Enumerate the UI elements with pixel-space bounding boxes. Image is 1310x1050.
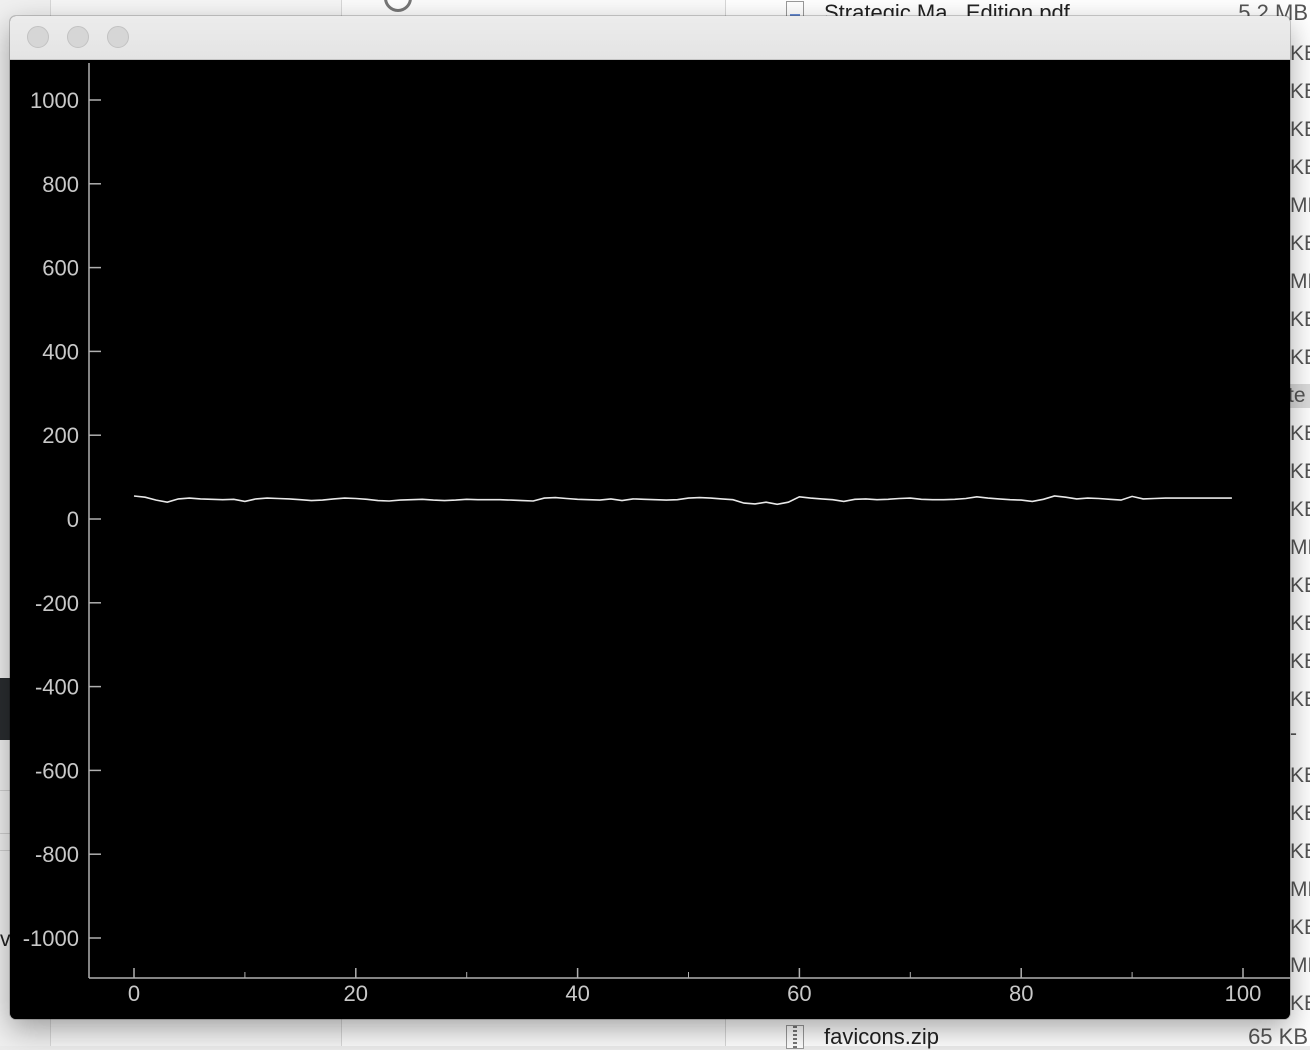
file-size-fragment: KB — [1290, 802, 1310, 825]
file-size-fragment: KB — [1290, 232, 1310, 255]
window-titlebar[interactable] — [10, 16, 1290, 60]
file-size-fragment: KB — [1290, 346, 1310, 369]
zoom-button[interactable] — [107, 26, 129, 48]
y-tick-label: -1000 — [23, 926, 79, 951]
minimize-button[interactable] — [67, 26, 89, 48]
file-size-fragment: MB — [1290, 954, 1310, 977]
y-tick-label: 0 — [67, 507, 79, 532]
file-size-fragment: KB — [1290, 422, 1310, 445]
file-size-fragment: MB — [1290, 270, 1310, 293]
plot-window[interactable]: 1000 800 600 400 200 0 -200 -400 -600 -800 -1000 0 2… — [10, 16, 1290, 1019]
y-tick-label: -400 — [35, 675, 79, 700]
file-size-fragment: MB — [1290, 194, 1310, 217]
file-size-fragment: KB — [1290, 840, 1310, 863]
file-size-fragment: KB — [1290, 42, 1310, 65]
close-button[interactable] — [27, 26, 49, 48]
file-size-fragment: MB — [1290, 878, 1310, 901]
file-size-fragment: MB — [1290, 536, 1310, 559]
y-tick-label: 800 — [42, 172, 79, 197]
file-size-fragment: KB — [1290, 650, 1310, 673]
file-size-fragment: te — [1288, 384, 1310, 408]
sidebar-text-fragment: v — [0, 928, 11, 951]
file-size-fragment: KB — [1290, 916, 1310, 939]
file-size-fragment: KB — [1290, 992, 1310, 1015]
x-tick-label: 20 — [344, 981, 368, 1006]
file-size-fragment: KB — [1290, 612, 1310, 635]
line-chart[interactable]: 1000 800 600 400 200 0 -200 -400 -600 -800 -1000 0 2… — [10, 60, 1290, 1019]
x-tick-label: 100 — [1225, 981, 1262, 1006]
y-tick-label: 200 — [42, 423, 79, 448]
x-tick-label: 0 — [128, 981, 140, 1006]
x-tick-label: 80 — [1009, 981, 1033, 1006]
file-name: favicons.zip — [824, 1024, 939, 1049]
plot-area[interactable]: 1000 800 600 400 200 0 -200 -400 -600 -800 -1000 0 2… — [10, 60, 1290, 1019]
y-tick-label: 600 — [42, 256, 79, 281]
y-tick-label: -200 — [35, 591, 79, 616]
y-tick-label: -800 — [35, 842, 79, 867]
y-tick-label: -600 — [35, 758, 79, 783]
x-tick-label: 60 — [787, 981, 811, 1006]
file-size-fragment: KB — [1290, 688, 1310, 711]
y-tick-label: 400 — [42, 339, 79, 364]
file-size-fragment: KB — [1290, 80, 1310, 103]
zip-file-icon — [786, 1025, 804, 1049]
file-size-fragment: KB — [1290, 156, 1310, 179]
file-size-fragment: KB — [1290, 308, 1310, 331]
file-size-fragment: KB — [1290, 460, 1310, 483]
file-size-fragment: - — [1290, 722, 1297, 745]
file-size-fragment: KB — [1290, 498, 1310, 521]
y-tick-label: 1000 — [30, 88, 79, 113]
series-line — [133, 495, 1232, 506]
x-tick-label: 40 — [565, 981, 589, 1006]
file-size-fragment: KB — [1290, 764, 1310, 787]
size-column: KB KB KB KB MB KB MB KB KB te KB KB KB MB KB KB KB KB - KB K… — [1288, 0, 1310, 1046]
file-row[interactable]: favicons.zip 65 KB — [786, 1024, 1308, 1050]
file-size-fragment: KB — [1290, 574, 1310, 597]
file-size-fragment: KB — [1290, 118, 1310, 141]
